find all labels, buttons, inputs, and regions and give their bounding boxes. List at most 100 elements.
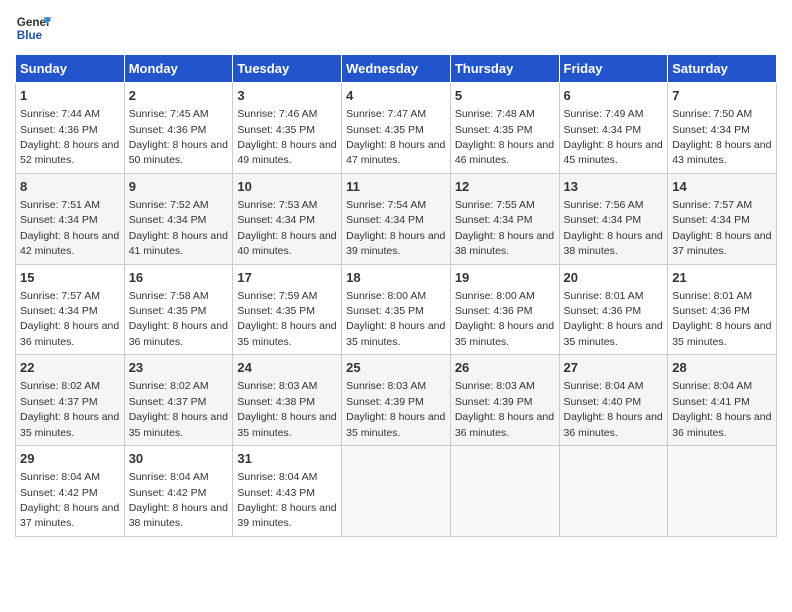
- day-info: Sunrise: 8:03 AMSunset: 4:39 PMDaylight:…: [455, 380, 554, 438]
- day-number: 3: [237, 87, 337, 105]
- day-info: Sunrise: 8:04 AMSunset: 4:43 PMDaylight:…: [237, 471, 336, 529]
- day-number: 7: [672, 87, 772, 105]
- day-info: Sunrise: 7:47 AMSunset: 4:35 PMDaylight:…: [346, 108, 445, 166]
- weekday-header-tuesday: Tuesday: [233, 55, 342, 83]
- day-info: Sunrise: 8:04 AMSunset: 4:42 PMDaylight:…: [20, 471, 119, 529]
- logo: General Blue: [15, 10, 51, 46]
- weekday-header-sunday: Sunday: [16, 55, 125, 83]
- calendar-cell: 27Sunrise: 8:04 AMSunset: 4:40 PMDayligh…: [559, 355, 668, 446]
- calendar-cell: 14 Sunrise: 7:57 AMSunset: 4:34 PMDayligh…: [668, 173, 777, 264]
- calendar-cell: 22 Sunrise: 8:02 AMSunset: 4:37 PMDayligh…: [16, 355, 125, 446]
- day-number: 28: [672, 359, 772, 377]
- day-number: 18: [346, 269, 446, 287]
- day-info: Sunrise: 8:02 AMSunset: 4:37 PMDaylight:…: [129, 380, 228, 438]
- calendar-cell: 9 Sunrise: 7:52 AMSunset: 4:34 PMDaylight…: [124, 173, 233, 264]
- calendar-cell: 26 Sunrise: 8:03 AMSunset: 4:39 PMDayligh…: [450, 355, 559, 446]
- calendar-cell: 1 Sunrise: 7:44 AMSunset: 4:36 PMDaylight…: [16, 83, 125, 174]
- page-header: General Blue: [15, 10, 777, 46]
- day-info: Sunrise: 7:53 AMSunset: 4:34 PMDaylight:…: [237, 199, 336, 257]
- calendar-cell: [668, 446, 777, 537]
- logo-icon: General Blue: [15, 10, 51, 46]
- day-info: Sunrise: 7:46 AMSunset: 4:35 PMDaylight:…: [237, 108, 336, 166]
- calendar-cell: 29 Sunrise: 8:04 AMSunset: 4:42 PMDayligh…: [16, 446, 125, 537]
- day-number: 6: [564, 87, 664, 105]
- weekday-header-monday: Monday: [124, 55, 233, 83]
- day-number: 16: [129, 269, 229, 287]
- weekday-header-saturday: Saturday: [668, 55, 777, 83]
- day-number: 30: [129, 450, 229, 468]
- calendar-cell: 2 Sunrise: 7:45 AMSunset: 4:36 PMDaylight…: [124, 83, 233, 174]
- calendar-cell: 10 Sunrise: 7:53 AMSunset: 4:34 PMDayligh…: [233, 173, 342, 264]
- calendar-cell: 17 Sunrise: 7:59 AMSunset: 4:35 PMDayligh…: [233, 264, 342, 355]
- day-info: Sunrise: 8:00 AMSunset: 4:35 PMDaylight:…: [346, 290, 445, 348]
- day-number: 22: [20, 359, 120, 377]
- calendar-cell: 3 Sunrise: 7:46 AMSunset: 4:35 PMDaylight…: [233, 83, 342, 174]
- calendar-cell: [450, 446, 559, 537]
- svg-text:Blue: Blue: [17, 29, 43, 42]
- calendar-cell: 5 Sunrise: 7:48 AMSunset: 4:35 PMDaylight…: [450, 83, 559, 174]
- calendar-cell: 20 Sunrise: 8:01 AMSunset: 4:36 PMDayligh…: [559, 264, 668, 355]
- day-info: Sunrise: 7:57 AMSunset: 4:34 PMDaylight:…: [672, 199, 771, 257]
- weekday-header-friday: Friday: [559, 55, 668, 83]
- day-info: Sunrise: 8:01 AMSunset: 4:36 PMDaylight:…: [564, 290, 663, 348]
- calendar-cell: 28Sunrise: 8:04 AMSunset: 4:41 PMDayligh…: [668, 355, 777, 446]
- calendar-cell: 19 Sunrise: 8:00 AMSunset: 4:36 PMDayligh…: [450, 264, 559, 355]
- day-number: 17: [237, 269, 337, 287]
- calendar-cell: 12Sunrise: 7:55 AMSunset: 4:34 PMDayligh…: [450, 173, 559, 264]
- day-info: Sunrise: 7:44 AMSunset: 4:36 PMDaylight:…: [20, 108, 119, 166]
- day-number: 8: [20, 178, 120, 196]
- day-number: 1: [20, 87, 120, 105]
- calendar-week-2: 8 Sunrise: 7:51 AMSunset: 4:34 PMDaylight…: [16, 173, 777, 264]
- day-info: Sunrise: 8:04 AMSunset: 4:40 PMDaylight:…: [564, 380, 663, 438]
- day-info: Sunrise: 7:56 AMSunset: 4:34 PMDaylight:…: [564, 199, 663, 257]
- calendar-cell: 15 Sunrise: 7:57 AMSunset: 4:34 PMDayligh…: [16, 264, 125, 355]
- day-info: Sunrise: 8:00 AMSunset: 4:36 PMDaylight:…: [455, 290, 554, 348]
- day-info: Sunrise: 7:51 AMSunset: 4:34 PMDaylight:…: [20, 199, 119, 257]
- day-number: 13: [564, 178, 664, 196]
- day-info: Sunrise: 7:54 AMSunset: 4:34 PMDaylight:…: [346, 199, 445, 257]
- day-number: 9: [129, 178, 229, 196]
- weekday-header-wednesday: Wednesday: [342, 55, 451, 83]
- day-number: 26: [455, 359, 555, 377]
- day-number: 15: [20, 269, 120, 287]
- day-number: 10: [237, 178, 337, 196]
- day-info: Sunrise: 8:01 AMSunset: 4:36 PMDaylight:…: [672, 290, 771, 348]
- calendar-cell: 25Sunrise: 8:03 AMSunset: 4:39 PMDayligh…: [342, 355, 451, 446]
- calendar-header-row: SundayMondayTuesdayWednesdayThursdayFrid…: [16, 55, 777, 83]
- day-number: 12: [455, 178, 555, 196]
- calendar-cell: [559, 446, 668, 537]
- calendar-cell: 23 Sunrise: 8:02 AMSunset: 4:37 PMDayligh…: [124, 355, 233, 446]
- day-info: Sunrise: 7:59 AMSunset: 4:35 PMDaylight:…: [237, 290, 336, 348]
- day-number: 24: [237, 359, 337, 377]
- day-info: Sunrise: 8:02 AMSunset: 4:37 PMDaylight:…: [20, 380, 119, 438]
- day-number: 31: [237, 450, 337, 468]
- day-number: 29: [20, 450, 120, 468]
- day-info: Sunrise: 7:49 AMSunset: 4:34 PMDaylight:…: [564, 108, 663, 166]
- day-number: 11: [346, 178, 446, 196]
- weekday-header-thursday: Thursday: [450, 55, 559, 83]
- day-number: 4: [346, 87, 446, 105]
- calendar-week-3: 15 Sunrise: 7:57 AMSunset: 4:34 PMDayligh…: [16, 264, 777, 355]
- calendar-cell: 16Sunrise: 7:58 AMSunset: 4:35 PMDayligh…: [124, 264, 233, 355]
- day-info: Sunrise: 7:57 AMSunset: 4:34 PMDaylight:…: [20, 290, 119, 348]
- calendar-cell: 24 Sunrise: 8:03 AMSunset: 4:38 PMDayligh…: [233, 355, 342, 446]
- day-info: Sunrise: 7:45 AMSunset: 4:36 PMDaylight:…: [129, 108, 228, 166]
- day-number: 21: [672, 269, 772, 287]
- calendar-cell: 31 Sunrise: 8:04 AMSunset: 4:43 PMDayligh…: [233, 446, 342, 537]
- day-info: Sunrise: 7:50 AMSunset: 4:34 PMDaylight:…: [672, 108, 771, 166]
- day-number: 5: [455, 87, 555, 105]
- day-number: 23: [129, 359, 229, 377]
- calendar-table: SundayMondayTuesdayWednesdayThursdayFrid…: [15, 54, 777, 537]
- day-info: Sunrise: 8:03 AMSunset: 4:38 PMDaylight:…: [237, 380, 336, 438]
- calendar-week-1: 1 Sunrise: 7:44 AMSunset: 4:36 PMDaylight…: [16, 83, 777, 174]
- day-number: 20: [564, 269, 664, 287]
- day-info: Sunrise: 8:04 AMSunset: 4:42 PMDaylight:…: [129, 471, 228, 529]
- day-number: 19: [455, 269, 555, 287]
- calendar-cell: 13 Sunrise: 7:56 AMSunset: 4:34 PMDayligh…: [559, 173, 668, 264]
- day-info: Sunrise: 7:48 AMSunset: 4:35 PMDaylight:…: [455, 108, 554, 166]
- calendar-cell: [342, 446, 451, 537]
- day-number: 14: [672, 178, 772, 196]
- day-info: Sunrise: 7:52 AMSunset: 4:34 PMDaylight:…: [129, 199, 228, 257]
- day-number: 2: [129, 87, 229, 105]
- calendar-cell: 21 Sunrise: 8:01 AMSunset: 4:36 PMDayligh…: [668, 264, 777, 355]
